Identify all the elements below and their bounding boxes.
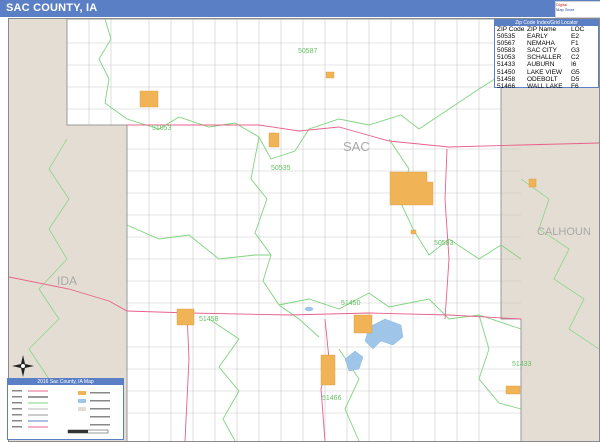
table-row: 51433 AUBURN I6 bbox=[497, 61, 577, 69]
city-odebolt bbox=[176, 308, 195, 326]
city-lake-view bbox=[353, 314, 373, 334]
table-row: 50535 EARLY E2 bbox=[497, 33, 579, 41]
map-title: SAC COUNTY, IA bbox=[6, 2, 98, 14]
logo-line-2: Map Store bbox=[556, 7, 575, 12]
outside-area-top-right bbox=[501, 87, 599, 125]
city-early bbox=[268, 132, 280, 148]
road-grid bbox=[67, 19, 521, 441]
zip-label: 51053 bbox=[152, 125, 172, 132]
county-boundary bbox=[66, 19, 522, 441]
table-row: 50567 NEMAHA F1 bbox=[497, 40, 579, 48]
zip-label: 51433 bbox=[512, 361, 532, 368]
legend-symbols bbox=[12, 390, 110, 434]
city-areas bbox=[139, 71, 537, 395]
city-wall-lake bbox=[320, 354, 336, 386]
table-row: 51466 WALL LAKE F6 bbox=[497, 82, 579, 90]
brand-logo: Digital Map Store bbox=[555, 1, 600, 18]
city-sac-city bbox=[389, 171, 434, 206]
city-nemaha bbox=[325, 71, 335, 79]
col-loc: LOC bbox=[571, 26, 585, 33]
col-zip-name: ZIP Name bbox=[527, 26, 557, 33]
city-auburn bbox=[505, 385, 521, 395]
city-schaller bbox=[139, 90, 159, 108]
zip-label: 51458 bbox=[199, 316, 219, 323]
table-row: 50583 SAC CITY G3 bbox=[497, 47, 580, 55]
county-label: SAC bbox=[343, 139, 370, 154]
zip-labels: 50587 51053 50535 50583 51450 51458 5146… bbox=[152, 48, 532, 402]
city-small-east bbox=[528, 178, 537, 188]
zip-index-header-row: ZIP Code ZIP Name LOC bbox=[495, 26, 598, 33]
table-row: 51458 ODEBOLT D5 bbox=[497, 75, 580, 83]
zip-label: 50583 bbox=[434, 240, 454, 247]
table-row: 51053 SCHALLER C2 bbox=[497, 54, 580, 62]
city-small-1 bbox=[410, 229, 417, 235]
zip-label: 51450 bbox=[341, 300, 361, 307]
title-bar: SAC COUNTY, IA Digital Map Store bbox=[0, 0, 600, 18]
zip-label: 50535 bbox=[271, 165, 291, 172]
zip-label: 51466 bbox=[322, 395, 342, 402]
col-zip-code: ZIP Code bbox=[497, 26, 525, 33]
map-legend: 2016 Sac County, IA Map bbox=[7, 378, 124, 440]
zip-index-table: Zip Code Index/Grid Locator ZIP Code ZIP… bbox=[494, 19, 599, 90]
compass-rose-icon bbox=[12, 355, 34, 377]
table-row: 51450 LAKE VIEW G5 bbox=[497, 68, 580, 76]
neighbor-label-east: CALHOUN bbox=[537, 226, 591, 238]
neighbor-label-west: IDA bbox=[57, 274, 77, 288]
zip-label: 50587 bbox=[298, 48, 318, 55]
